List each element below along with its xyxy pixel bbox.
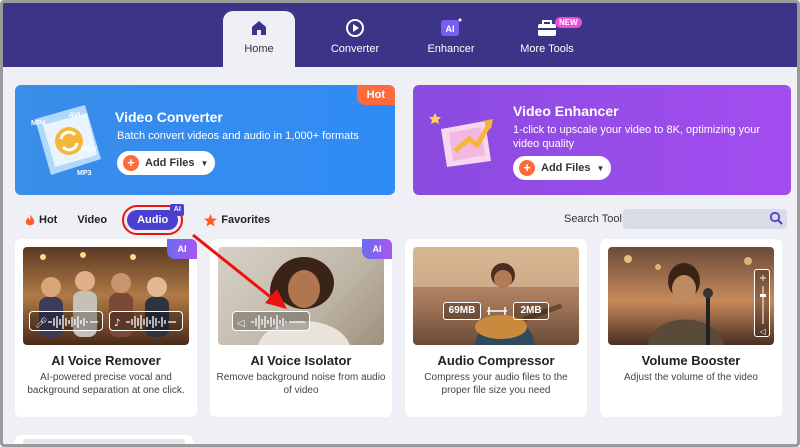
hot-tag: Hot (356, 85, 395, 105)
svg-text:◁: ◁ (759, 327, 766, 336)
enhancer-add-files-button[interactable]: + Add Files ▼ (513, 156, 611, 180)
card-desc: Compress your audio files to the proper … (424, 372, 568, 396)
volume-slider: + ◁ (754, 269, 770, 337)
enhancer-illustration-icon (429, 113, 493, 167)
ai-badge: AI (167, 239, 197, 259)
top-nav: Home Converter AI Enhancer NEW More Tool… (3, 3, 797, 67)
filter-video-label: Video (77, 214, 108, 226)
svg-text:♪: ♪ (114, 318, 120, 329)
svg-text:◁: ◁ (237, 318, 245, 329)
svg-text:🎤︎: 🎤︎ (35, 317, 48, 329)
converter-add-files-button[interactable]: + Add Files ▼ (117, 151, 215, 175)
ai-enhancer-icon: AI (415, 15, 487, 41)
ai-voice-isolator-thumbnail: ◁ (218, 247, 384, 345)
star-icon (204, 213, 218, 226)
filter-favorites-label: Favorites (221, 214, 271, 226)
enhancer-desc: 1-click to upscale your video to 8K, opt… (513, 124, 761, 150)
search-label: Search Tool: (564, 213, 625, 225)
tab-home-label: Home (244, 43, 274, 55)
plus-icon: + (519, 160, 535, 176)
tab-more-tools[interactable]: NEW More Tools (511, 11, 583, 67)
category-filters: Hot Video Audio AI Favorites (25, 204, 290, 235)
audio-compressor-thumbnail: 69MB 2MB (413, 247, 579, 345)
format-avi: AVI (69, 112, 80, 119)
tool-card-volume-booster[interactable]: + ◁ Volume Booster Adjust the volume of t… (600, 239, 782, 417)
filter-hot-label: Hot (39, 214, 58, 226)
svg-text:AI: AI (446, 24, 455, 34)
caret-down-icon: ▼ (596, 163, 605, 173)
tab-converter[interactable]: Converter (319, 11, 391, 67)
card-title: Audio Compressor (437, 353, 555, 368)
video-converter-banner[interactable]: MP4 AVI MOV MP3 Video Converter Batch co… (15, 85, 395, 195)
isolated-voice-waveform: ◁ (232, 311, 310, 331)
card-desc: Adjust the volume of the video (624, 372, 758, 383)
svg-text:+: + (759, 273, 767, 284)
flame-icon (25, 213, 35, 225)
add-files-label: Add Files (541, 162, 591, 174)
new-badge: NEW (555, 17, 582, 28)
filter-video[interactable]: Video (77, 214, 107, 226)
tool-card-ai-voice-remover[interactable]: 🎤︎ ♪ AI AI Voice Remover AI-powered prec… (15, 239, 197, 417)
card-desc: Remove background noise from audio of vi… (216, 372, 386, 396)
original-size: 69MB (443, 302, 481, 320)
search-input[interactable] (623, 209, 787, 229)
card-desc: AI-powered precise vocal and background … (27, 372, 185, 396)
add-files-label: Add Files (145, 157, 195, 169)
converter-title: Video Converter (115, 109, 223, 125)
filter-hot[interactable]: Hot (25, 213, 58, 227)
volume-booster-thumbnail: + ◁ (608, 247, 774, 345)
music-waveform: ♪ (109, 311, 183, 331)
tab-converter-label: Converter (330, 43, 380, 55)
tool-card-partial[interactable] (15, 435, 193, 444)
format-mov: MOV (81, 146, 97, 153)
ai-badge-icon: AI (170, 204, 185, 216)
tab-more-tools-label: More Tools (520, 43, 574, 55)
compress-arrow-icon (487, 307, 507, 315)
partial-thumbnail (23, 439, 185, 444)
card-title: AI Voice Isolator (250, 353, 352, 368)
filter-favorites[interactable]: Favorites (204, 213, 271, 227)
format-mp3: MP3 (77, 170, 92, 177)
caret-down-icon: ▼ (200, 158, 209, 168)
tool-card-audio-compressor[interactable]: 69MB 2MB Audio Compressor Compress your … (405, 239, 587, 417)
home-icon (223, 15, 295, 41)
compressed-size: 2MB (513, 302, 549, 320)
card-title: AI Voice Remover (51, 353, 161, 368)
app-window: Home Converter AI Enhancer NEW More Tool… (0, 0, 800, 447)
tab-enhancer-label: Enhancer (427, 43, 475, 55)
search-icon[interactable] (769, 211, 783, 225)
converter-desc: Batch convert videos and audio in 1,000+… (117, 130, 359, 142)
filter-audio-label: Audio (137, 214, 169, 226)
tool-card-ai-voice-isolator[interactable]: ◁ AI AI Voice Isolator Remove background… (210, 239, 392, 417)
tab-enhancer[interactable]: AI Enhancer (415, 11, 487, 67)
enhancer-title: Video Enhancer (513, 103, 619, 119)
converter-icon (319, 15, 391, 41)
vocal-waveform: 🎤︎ (29, 311, 103, 331)
ai-badge: AI (362, 239, 392, 259)
plus-icon: + (123, 155, 139, 171)
card-title: Volume Booster (641, 353, 741, 368)
ai-voice-remover-thumbnail: 🎤︎ ♪ (23, 247, 189, 345)
converter-illustration-icon: MP4 AVI MOV MP3 (31, 105, 101, 177)
video-enhancer-banner[interactable]: Video Enhancer 1-click to upscale your v… (413, 85, 791, 195)
tab-home[interactable]: Home (223, 11, 295, 67)
format-mp4: MP4 (31, 120, 46, 127)
filter-audio[interactable]: Audio AI (122, 204, 185, 235)
